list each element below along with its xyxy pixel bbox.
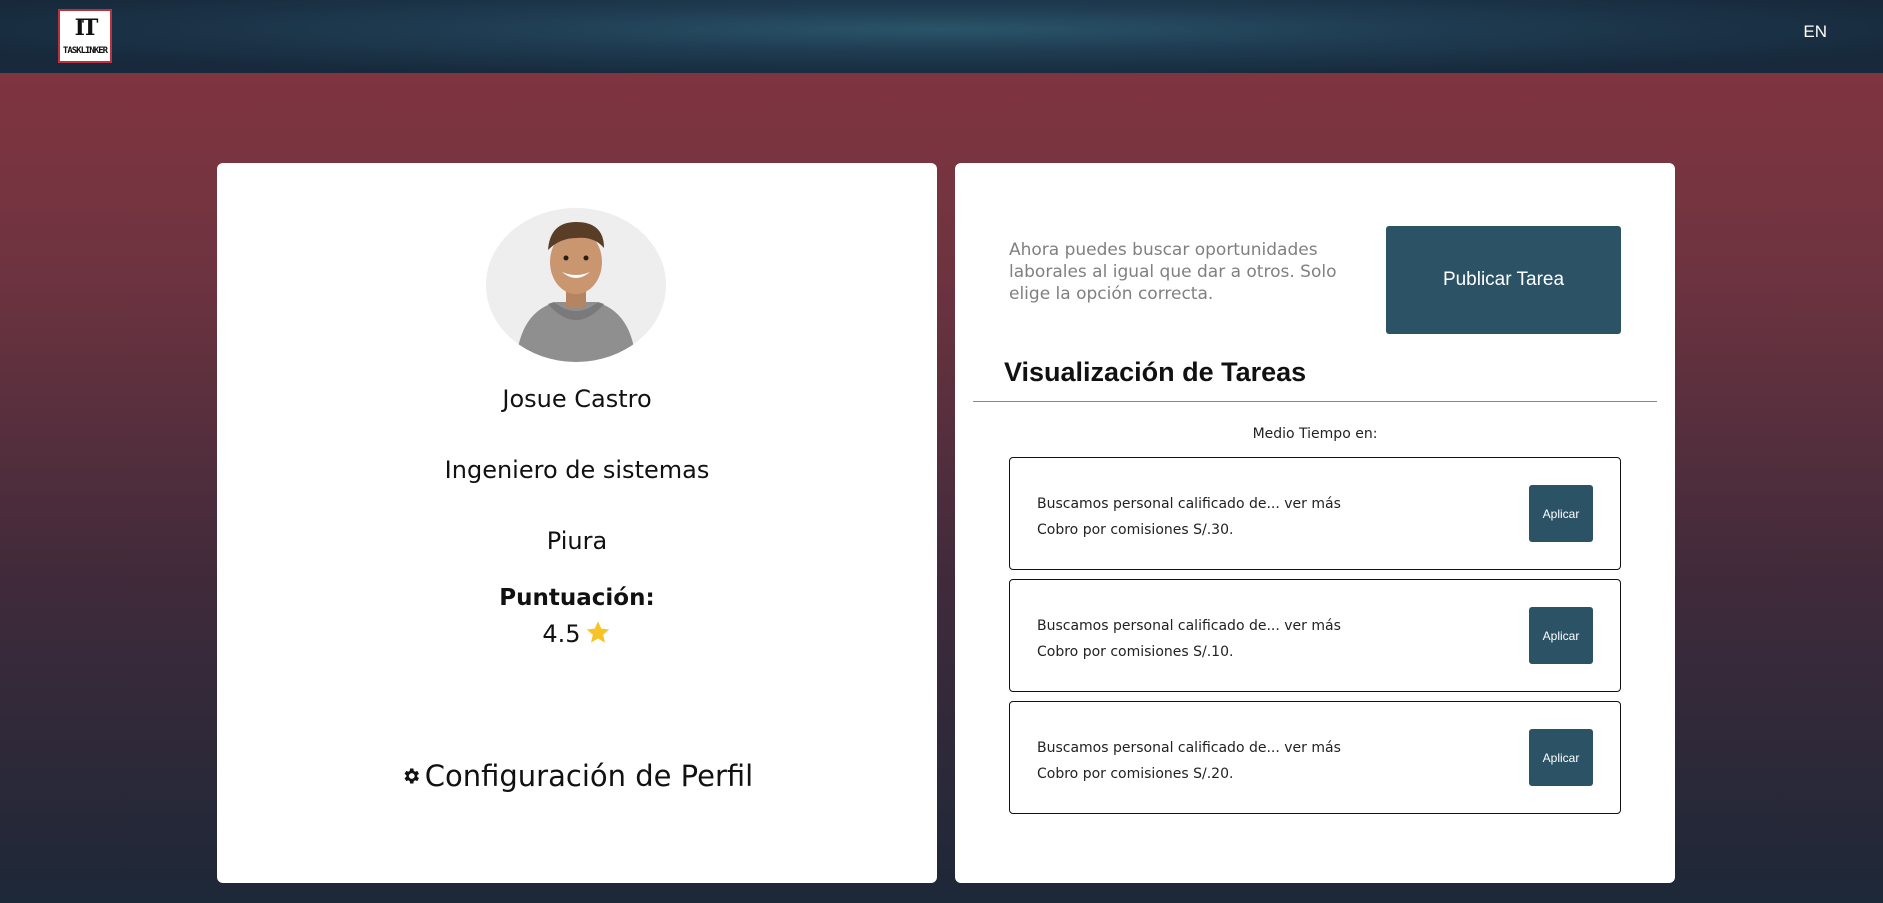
avatar [486, 208, 666, 362]
divider [973, 401, 1657, 402]
star-icon [586, 621, 609, 643]
profile-job: Ingeniero de sistemas [444, 456, 710, 484]
task-card: Buscamos personal calificado de... ver m… [1009, 579, 1621, 692]
task-pay: Cobro por comisiones S/.30. [1037, 522, 1234, 538]
task-description: Buscamos personal calificado de... ver m… [1037, 613, 1341, 665]
task-card: Buscamos personal calificado de... ver m… [1009, 457, 1621, 570]
profile-settings-label: Configuración de Perfil [424, 759, 754, 793]
apply-button[interactable]: Aplicar [1529, 485, 1593, 542]
task-subtitle: Medio Tiempo en: [1252, 426, 1378, 442]
top-navbar: IT TASKLINKER EN [0, 0, 1883, 73]
apply-button[interactable]: Aplicar [1529, 607, 1593, 664]
tasklinker-logo[interactable]: IT TASKLINKER [58, 9, 112, 63]
profile-card: Josue Castro Ingeniero de sistemas Piura… [217, 163, 937, 883]
language-switch[interactable]: EN [1803, 22, 1827, 42]
intro-text: Ahora puedes buscar oportunidades labora… [1009, 240, 1337, 304]
task-description: Buscamos personal calificado de... ver m… [1037, 735, 1341, 787]
section-title: Visualización de Tareas [1004, 357, 1307, 387]
task-pay: Cobro por comisiones S/.10. [1037, 644, 1234, 660]
see-more-link[interactable]: ver más [1284, 496, 1341, 512]
publish-task-button[interactable]: Publicar Tarea [1386, 226, 1621, 334]
task-description: Buscamos personal calificado de... ver m… [1037, 491, 1341, 543]
task-card: Buscamos personal calificado de... ver m… [1009, 701, 1621, 814]
tasks-card: Ahora puedes buscar oportunidades labora… [955, 163, 1675, 883]
profile-city: Piura [546, 527, 608, 555]
task-summary: Buscamos personal calificado de... [1037, 618, 1280, 634]
task-summary: Buscamos personal calificado de... [1037, 740, 1280, 756]
logo-mark: IT [74, 15, 99, 41]
avatar-photo [486, 208, 666, 362]
score-label: Puntuación: [499, 585, 655, 611]
task-pay: Cobro por comisiones S/.20. [1037, 766, 1234, 782]
see-more-link[interactable]: ver más [1284, 740, 1341, 756]
profile-settings-link[interactable]: Configuración de Perfil [217, 759, 937, 793]
task-summary: Buscamos personal calificado de... [1037, 496, 1280, 512]
score-row: 4.5 [217, 619, 937, 648]
profile-name: Josue Castro [502, 385, 652, 413]
gear-icon [404, 768, 419, 784]
see-more-link[interactable]: ver más [1284, 618, 1341, 634]
score-value: 4.5 [542, 620, 581, 648]
apply-button[interactable]: Aplicar [1529, 729, 1593, 786]
logo-wordmark: TASKLINKER [62, 46, 108, 56]
